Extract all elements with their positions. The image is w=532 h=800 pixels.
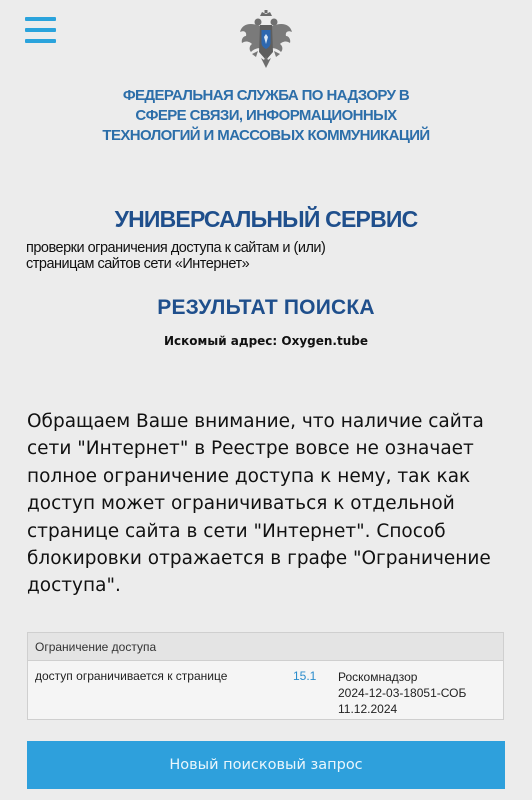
new-search-button[interactable]: Новый поисковый запрос	[27, 741, 505, 789]
authority-line: 2024-12-03-18051-СОБ	[338, 686, 467, 700]
notice-line: блокировки отражается в графе "Ограничен…	[27, 548, 491, 570]
result-title: РЕЗУЛЬТАТ ПОИСКА	[157, 296, 375, 319]
restriction-cell: доступ ограничивается к странице	[35, 669, 228, 683]
authority-line: 11.12.2024	[338, 702, 398, 716]
agency-name-line: СФЕРЕ СВЯЗИ, ИНФОРМАЦИОННЫХ	[135, 107, 397, 124]
coat-of-arms-icon	[240, 10, 292, 68]
service-subtitle-line: проверки ограничения доступа к сайтам и …	[26, 240, 326, 256]
menu-bar	[25, 17, 56, 21]
service-title: УНИВЕРСАЛЬНЫЙ СЕРВИС	[114, 206, 419, 232]
authority-cell: Роскомнадзор 2024-12-03-18051-СОБ 11.12.…	[338, 669, 466, 717]
agency-name: ФЕДЕРАЛЬНАЯ СЛУЖБА ПО НАДЗОРУ В СФЕРЕ СВ…	[60, 86, 472, 146]
table-header: Ограничение доступа	[28, 633, 503, 661]
result-table: Ограничение доступа доступ ограничиваетс…	[27, 632, 504, 720]
service-subtitle: проверки ограничения доступа к сайтам и …	[26, 240, 506, 272]
notice-line: полное ограничение доступа к нему, так к…	[27, 465, 471, 487]
notice-line: странице сайта в сети "Интернет". Способ	[27, 520, 446, 542]
service-subtitle-line: страницам сайтов сети «Интернет»	[26, 256, 250, 272]
menu-bar	[25, 39, 56, 43]
notice-line: доступ может ограничиваться к отдельной	[27, 493, 455, 515]
notice-text: Обращаем Ваше внимание, что наличие сайт…	[27, 408, 512, 600]
search-address: Искомый адрес: Oxygen.tube	[164, 334, 368, 348]
notice-line: доступа".	[27, 575, 121, 597]
menu-bar	[25, 28, 56, 32]
notice-line: сети "Интернет" в Реестре вовсе не означ…	[27, 438, 474, 460]
menu-icon[interactable]	[25, 17, 56, 45]
table-row: доступ ограничивается к странице 15.1 Ро…	[28, 661, 503, 720]
authority-line: Роскомнадзор	[338, 670, 418, 684]
agency-name-line: ТЕХНОЛОГИЙ И МАССОВЫХ КОММУНИКАЦИЙ	[102, 127, 430, 144]
article-link[interactable]: 15.1	[293, 669, 316, 683]
notice-line: Обращаем Ваше внимание, что наличие сайт…	[27, 411, 484, 432]
agency-name-line: ФЕДЕРАЛЬНАЯ СЛУЖБА ПО НАДЗОРУ В	[122, 87, 410, 104]
